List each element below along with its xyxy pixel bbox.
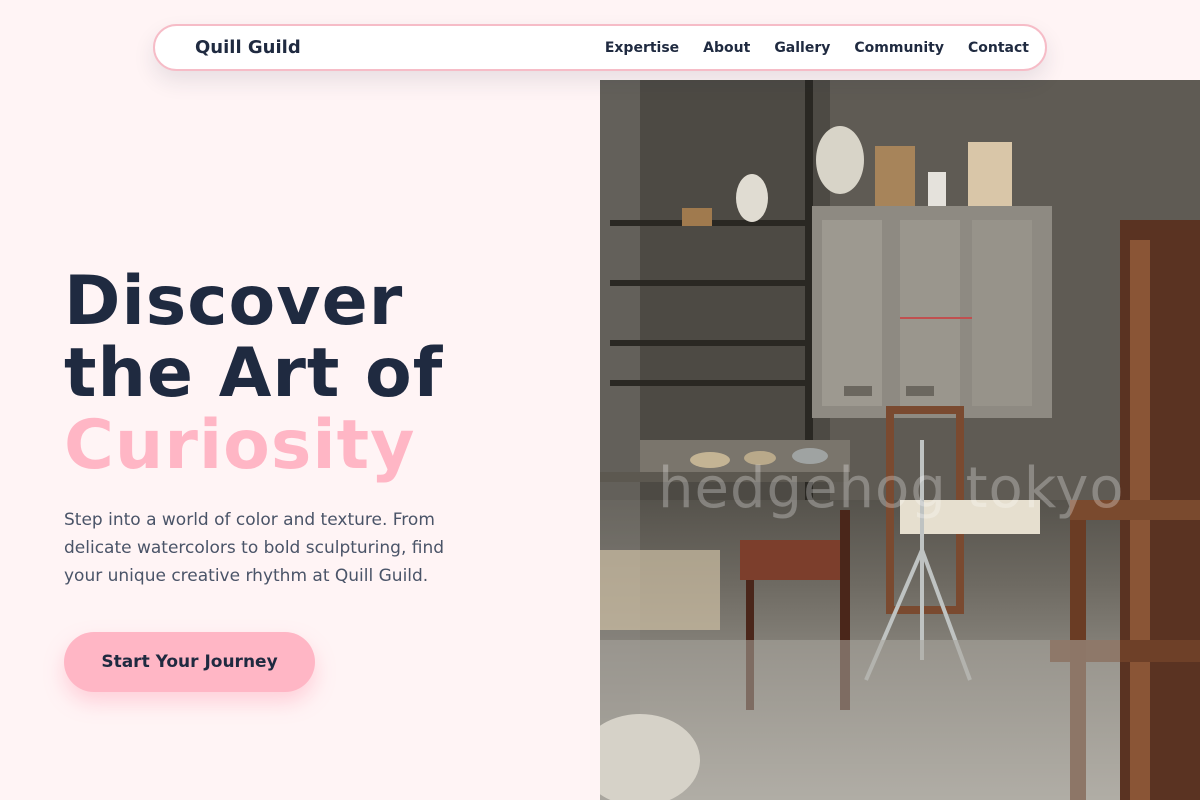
nav-link-about[interactable]: About: [703, 40, 750, 56]
art-studio-image: hedgehog tokyo: [600, 80, 1200, 800]
nav-link-contact[interactable]: Contact: [968, 40, 1029, 56]
top-navigation: Quill Guild Expertise About Gallery Comm…: [153, 24, 1047, 71]
nav-link-community[interactable]: Community: [854, 40, 944, 56]
brand-logo-text[interactable]: Quill Guild: [195, 37, 301, 58]
headline-line-2: the Art of: [64, 334, 444, 413]
studio-illustration: [600, 80, 1200, 800]
image-watermark: hedgehog tokyo: [658, 456, 1125, 521]
nav-link-gallery[interactable]: Gallery: [774, 40, 830, 56]
hero-headline: Discover the Art of Curiosity: [64, 266, 544, 482]
start-journey-button[interactable]: Start Your Journey: [64, 632, 315, 692]
headline-line-1: Discover: [64, 262, 404, 341]
headline-accent: Curiosity: [64, 406, 416, 485]
hero-description: Step into a world of color and texture. …: [64, 510, 445, 586]
nav-link-expertise[interactable]: Expertise: [605, 40, 679, 56]
hero-text: Discover the Art of Curiosity Step into …: [64, 266, 544, 590]
nav-links: Expertise About Gallery Community Contac…: [605, 40, 1029, 56]
